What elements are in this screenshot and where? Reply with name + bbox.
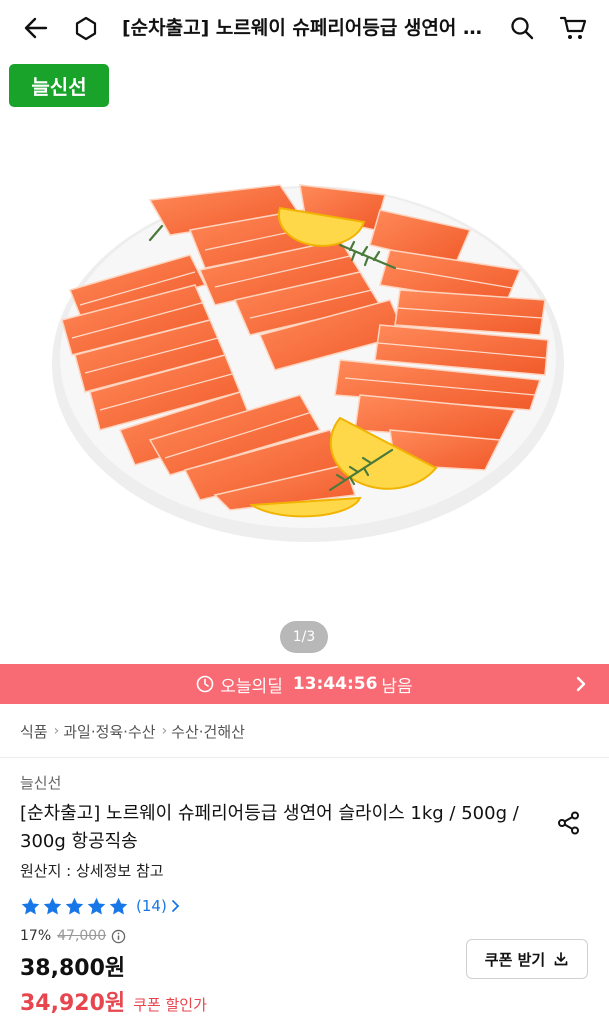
origin-info: 원산지 : 상세정보 참고 [20,862,164,880]
original-price: 47,000 [57,928,107,944]
brand-link[interactable]: 늘신선 [20,772,61,793]
coupon-button-label: 쿠폰 받기 [484,950,546,969]
info-icon[interactable] [111,929,126,944]
breadcrumb: 식품 › 과일·정육·수산 › 수산·건해산 [20,716,245,746]
star-icon [87,897,106,914]
image-pager: 1/3 [280,621,328,653]
chevron-right-icon: › [53,723,60,739]
download-icon [554,952,568,966]
home-icon[interactable] [66,0,106,56]
brand-badge: 늘신선 [9,64,109,107]
arrow-left-icon[interactable] [16,0,56,56]
discount-rate: 17% [20,928,52,944]
cart-icon[interactable] [553,0,593,56]
product-name: [순차출고] 노르웨이 슈페리어등급 생연어 슬라이스 1kg / 500g /… [20,803,519,852]
today-deal-banner[interactable]: 오늘의딜 13:44:56 남음 [0,664,609,704]
page-title: [순차출고] 노르웨이 슈페리어등급 생연어 … [122,17,482,39]
rating[interactable]: (14) [20,893,182,919]
star-icon [43,897,62,914]
star-icon [65,897,84,914]
deal-label: 오늘의딜 [220,676,283,697]
product-image[interactable] [0,56,609,664]
breadcrumb-item[interactable]: 수산·건해산 [171,721,245,742]
breadcrumb-item[interactable]: 과일·정육·수산 [63,721,155,742]
deal-suffix: 남음 [381,676,413,697]
clock-icon [196,675,214,693]
top-app-bar: [순차출고] 노르웨이 슈페리어등급 생연어 … [0,0,609,56]
search-icon[interactable] [502,0,542,56]
share-icon[interactable] [554,808,584,838]
coupon-price: 34,920원 [20,991,126,1016]
chevron-right-icon: › [161,723,168,739]
star-icon [21,897,40,914]
divider [0,757,609,758]
chevron-right-icon [576,676,586,692]
coupon-download-button[interactable]: 쿠폰 받기 [466,939,588,979]
review-count[interactable]: (14) [136,897,167,915]
coupon-price-row: 34,920원 쿠폰 할인가 [20,985,207,1017]
breadcrumb-item[interactable]: 식품 [20,721,48,742]
star-icon [109,897,128,914]
sale-price: 38,800원 [20,956,126,981]
discount-row: 17% 47,000 [20,926,126,946]
coupon-price-label: 쿠폰 할인가 [133,996,207,1014]
chevron-right-icon [171,900,180,912]
deal-countdown: 13:44:56 [292,674,378,694]
